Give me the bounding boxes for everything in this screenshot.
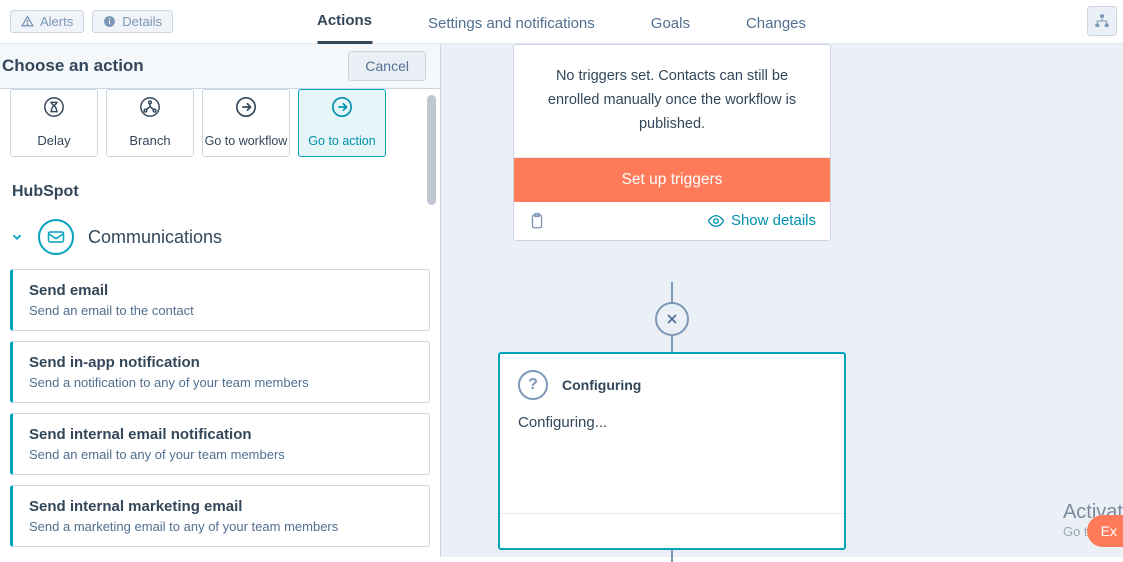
connector-line <box>671 336 673 352</box>
action-card-goto-workflow[interactable]: Go to workflow <box>202 89 290 157</box>
tab-actions[interactable]: Actions <box>317 12 372 44</box>
branch-icon <box>139 96 161 118</box>
alerts-button[interactable]: Alerts <box>10 10 84 33</box>
info-icon <box>103 15 116 28</box>
alerts-label: Alerts <box>40 14 73 29</box>
group-communications[interactable]: Communications <box>10 219 430 255</box>
clipboard-icon[interactable] <box>528 212 546 230</box>
remove-node-button[interactable] <box>655 302 689 336</box>
ex-badge[interactable]: Ex <box>1087 515 1123 547</box>
show-details-link[interactable]: Show details <box>707 212 816 230</box>
option-title: Send email <box>29 282 413 299</box>
option-send-inapp[interactable]: Send in-app notification Send a notifica… <box>10 341 430 403</box>
connector-line <box>671 550 673 562</box>
card-label: Go to workflow <box>205 134 288 148</box>
setup-triggers-button[interactable]: Set up triggers <box>514 158 830 202</box>
configuring-card[interactable]: ? Configuring Configuring... <box>498 352 846 550</box>
connector-line <box>671 282 673 304</box>
option-title: Send internal marketing email <box>29 498 413 515</box>
card-label: Go to action <box>308 134 375 148</box>
show-details-label: Show details <box>731 212 816 229</box>
action-card-row: Delay Branch Go to workflow Go to action <box>10 89 430 157</box>
trigger-footer: Show details <box>514 202 830 240</box>
configuring-divider <box>500 513 844 514</box>
scrollbar-track <box>424 89 438 557</box>
option-send-email[interactable]: Send email Send an email to the contact <box>10 269 430 331</box>
workflow-canvas[interactable]: No triggers set. Contacts can still be e… <box>441 44 1123 557</box>
org-chart-icon <box>1094 13 1110 29</box>
option-title: Send in-app notification <box>29 354 413 371</box>
option-internal-email[interactable]: Send internal email notification Send an… <box>10 413 430 475</box>
eye-icon <box>707 212 725 230</box>
warning-icon <box>21 15 34 28</box>
section-hubspot: HubSpot <box>12 183 430 201</box>
group-title: Communications <box>88 227 222 248</box>
configuring-body: Configuring... <box>500 404 844 441</box>
sidebar-body: Delay Branch Go to workflow Go to action… <box>0 89 440 557</box>
card-label: Branch <box>129 133 170 148</box>
sidebar-header: Choose an action Cancel <box>0 44 440 89</box>
action-sidebar: Choose an action Cancel Delay Branch Go … <box>0 44 441 557</box>
topbar-left: Alerts Details <box>0 10 173 33</box>
configuring-header: ? Configuring <box>500 354 844 404</box>
envelope-circle-icon <box>38 219 74 255</box>
details-label: Details <box>122 14 162 29</box>
option-desc: Send an email to any of your team member… <box>29 447 413 462</box>
tab-settings[interactable]: Settings and notifications <box>428 15 595 44</box>
option-internal-marketing[interactable]: Send internal marketing email Send a mar… <box>10 485 430 547</box>
action-card-delay[interactable]: Delay <box>10 89 98 157</box>
question-icon: ? <box>518 370 548 400</box>
trigger-text: No triggers set. Contacts can still be e… <box>514 45 830 158</box>
trigger-card: No triggers set. Contacts can still be e… <box>513 44 831 241</box>
org-chart-button[interactable] <box>1087 6 1117 36</box>
tab-goals[interactable]: Goals <box>651 15 690 44</box>
option-title: Send internal email notification <box>29 426 413 443</box>
action-card-branch[interactable]: Branch <box>106 89 194 157</box>
scrollbar-thumb[interactable] <box>427 95 436 205</box>
close-icon <box>664 311 680 327</box>
hourglass-icon <box>43 96 65 118</box>
action-card-goto-action[interactable]: Go to action <box>298 89 386 157</box>
tabs: Actions Settings and notifications Goals… <box>317 0 806 44</box>
sidebar-title: Choose an action <box>2 56 144 76</box>
option-list: Send email Send an email to the contact … <box>10 269 430 547</box>
card-label: Delay <box>37 133 70 148</box>
details-button[interactable]: Details <box>92 10 173 33</box>
chevron-down-icon <box>10 230 24 244</box>
option-desc: Send an email to the contact <box>29 303 413 318</box>
option-desc: Send a marketing email to any of your te… <box>29 519 413 534</box>
tab-changes[interactable]: Changes <box>746 15 806 44</box>
arrow-right-circle-icon <box>331 96 353 118</box>
option-desc: Send a notification to any of your team … <box>29 375 413 390</box>
cancel-button[interactable]: Cancel <box>348 51 426 81</box>
arrow-right-circle-icon <box>235 96 257 118</box>
top-bar: Alerts Details Actions Settings and noti… <box>0 0 1123 44</box>
configuring-title: Configuring <box>562 377 641 393</box>
